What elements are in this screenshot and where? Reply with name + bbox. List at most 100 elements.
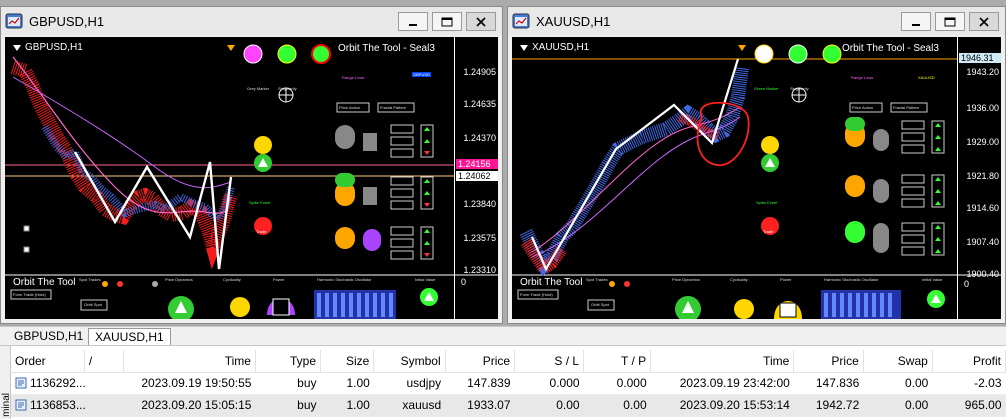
window-title: XAUUSD,H1 bbox=[536, 13, 611, 29]
col-profit[interactable]: Profit bbox=[932, 350, 1006, 373]
hud-circle-yellow bbox=[254, 136, 272, 154]
trade-label: Trade bbox=[256, 229, 267, 234]
chart-canvas[interactable]: GBPUSD,H1 Orbit The Tool - Seal3 GBPUSD … bbox=[5, 37, 498, 319]
price-dynamics-label: Price Dynamics bbox=[672, 277, 700, 282]
window-titlebar[interactable]: XAUUSD,H1 bbox=[508, 7, 1005, 35]
col-tp[interactable]: T / P bbox=[583, 350, 652, 373]
price-tick: 1.23575 bbox=[463, 233, 496, 243]
col-time[interactable]: Time bbox=[123, 350, 256, 373]
window-title: GBPUSD,H1 bbox=[29, 13, 105, 29]
swap-cell: 0.00 bbox=[863, 372, 933, 395]
ea-name-label: Orbit The Tool - Seal3 bbox=[338, 43, 435, 54]
col-size[interactable]: Size bbox=[320, 350, 375, 373]
minimize-icon bbox=[409, 23, 417, 26]
terminal-side-bar[interactable]: minal bbox=[0, 346, 12, 419]
form-trade-button[interactable]: Form Trade (Hold) bbox=[13, 292, 46, 297]
close-button[interactable] bbox=[969, 12, 999, 31]
chart-window-icon bbox=[512, 13, 530, 29]
tp-cell: 0.00 bbox=[583, 394, 651, 417]
restore-button[interactable] bbox=[432, 12, 462, 31]
price-tick: 1936.00 bbox=[966, 103, 999, 113]
range-lows-label: Range Lows bbox=[342, 75, 365, 80]
subwindow-zero: 0 bbox=[964, 279, 970, 289]
table-row[interactable]: 1136853... 2023.09.20 15:05:15 buy 1.00 … bbox=[11, 394, 1006, 417]
table-row[interactable]: 1136292... 2023.09.19 19:50:55 buy 1.00 … bbox=[11, 372, 1006, 395]
harmonic-oscillator-label: Harmonic Stochastic Oscillator bbox=[317, 277, 372, 282]
tab-gbpusd[interactable]: GBPUSD,H1 bbox=[8, 328, 89, 345]
price-tick: 1914.60 bbox=[966, 203, 999, 213]
chart-symbol-label: XAUUSD,H1 bbox=[520, 42, 589, 53]
price-tick: 1943.20 bbox=[966, 67, 999, 77]
close-button[interactable] bbox=[466, 12, 496, 31]
gold-marker bbox=[227, 45, 235, 51]
order-cell: 1136292... bbox=[11, 372, 124, 395]
candle-series bbox=[519, 66, 749, 278]
price-axis[interactable]: 1946.31 1943.20 1936.00 1929.00 1921.80 … bbox=[957, 37, 1001, 319]
chart-window-xauusd[interactable]: XAUUSD,H1 XAUUSD,H1 Orbit The Tool - Sea… bbox=[507, 6, 1006, 324]
price-tick: 1.23840 bbox=[463, 199, 496, 209]
sl-cell: 0.000 bbox=[514, 372, 584, 395]
ea-name-label: Orbit The Tool - Seal3 bbox=[842, 43, 939, 54]
trade-label: Trade bbox=[763, 229, 774, 234]
col-swap[interactable]: Swap bbox=[863, 350, 933, 373]
bid-price-tag: 1.24156 bbox=[456, 159, 498, 169]
col-type[interactable]: Type bbox=[255, 350, 322, 373]
harmonic-oscillator-label: Harmonic Stochastic Oscillator bbox=[824, 277, 879, 282]
gold-marker bbox=[738, 45, 746, 51]
col-sort-indicator[interactable]: / bbox=[84, 350, 125, 373]
profit-cell: -2.03 bbox=[932, 372, 1006, 395]
tab-xauusd[interactable]: XAUUSD,H1 bbox=[88, 328, 171, 345]
spike-event-label: Spike Event bbox=[756, 200, 778, 205]
col-order[interactable]: Order bbox=[11, 350, 85, 373]
price-dynamics-label: Price Dynamics bbox=[165, 277, 193, 282]
cyclicality-label: Cyclicality bbox=[730, 277, 748, 282]
price-action-label: Price Action bbox=[852, 105, 874, 110]
range-lows-label: Range Lows bbox=[851, 75, 874, 80]
terminal-app: GBPUSD,H1 GBPUSD,H1 Orbit The Tool - Sea… bbox=[0, 0, 1006, 419]
power-label: Power bbox=[780, 277, 792, 282]
gray-marker-label: Grey Marker bbox=[247, 86, 270, 91]
price-tick: 1.24635 bbox=[463, 99, 496, 109]
singularity-label: Singularity bbox=[278, 86, 297, 91]
minimize-button[interactable] bbox=[901, 12, 931, 31]
dropdown-triangle-icon bbox=[520, 44, 528, 51]
restore-button[interactable] bbox=[935, 12, 965, 31]
green-marker-label: Green Marker bbox=[754, 86, 779, 91]
singularity-label: Singularity bbox=[790, 86, 809, 91]
hud-symbol-badge: GBPUSD bbox=[412, 72, 431, 77]
sl-cell: 0.00 bbox=[514, 394, 584, 417]
terminal-panel: minal Order / Time Type Size Symbol Pric… bbox=[0, 345, 1006, 419]
close-time-cell: 2023.09.19 23:42:00 bbox=[650, 372, 794, 395]
orbit-spot-button[interactable]: Orbit Spot bbox=[591, 302, 609, 307]
spot-trades-label: Spot Trades bbox=[586, 277, 608, 282]
close-icon bbox=[979, 16, 989, 27]
col-sl[interactable]: S / L bbox=[514, 350, 585, 373]
price-axis[interactable]: 1.24905 1.24635 1.24370 1.24156 1.24062 … bbox=[454, 37, 498, 319]
window-titlebar[interactable]: GBPUSD,H1 bbox=[1, 7, 502, 35]
chart-canvas[interactable]: XAUUSD,H1 Orbit The Tool - Seal3 XAUUSD … bbox=[512, 37, 1001, 319]
chart-window-gbpusd[interactable]: GBPUSD,H1 GBPUSD,H1 Orbit The Tool - Sea… bbox=[0, 6, 503, 324]
hud-symbol-badge: XAUUSD bbox=[918, 75, 935, 80]
orbit-spot-button[interactable]: Orbit Spot bbox=[84, 302, 102, 307]
order-cell: 1136853... bbox=[11, 394, 124, 417]
candle-series bbox=[10, 60, 238, 270]
subwindow-label: Orbit The Tool bbox=[13, 277, 76, 288]
type-cell: buy bbox=[255, 394, 321, 417]
form-trade-button[interactable]: Form Trade (Hold) bbox=[520, 292, 553, 297]
price-action-label: Price Action bbox=[339, 105, 361, 110]
cyclicality-label: Cyclicality bbox=[223, 277, 241, 282]
minimize-button[interactable] bbox=[398, 12, 428, 31]
close-price-cell: 147.836 bbox=[793, 372, 864, 395]
col-symbol[interactable]: Symbol bbox=[373, 350, 446, 373]
tp-cell: 0.000 bbox=[583, 372, 651, 395]
profit-cell: 965.00 bbox=[932, 394, 1006, 417]
subwindow-zero: 0 bbox=[461, 277, 467, 287]
col-close-time[interactable]: Time bbox=[650, 350, 795, 373]
col-price[interactable]: Price bbox=[445, 350, 516, 373]
hud-circle-green bbox=[277, 44, 297, 64]
chart-window-icon bbox=[5, 13, 23, 29]
close-time-cell: 2023.09.20 15:53:14 bbox=[650, 394, 794, 417]
order-ticket-icon bbox=[15, 399, 27, 411]
col-close-price[interactable]: Price bbox=[793, 350, 864, 373]
fractal-pattern-label: Fractal Pattern bbox=[380, 105, 407, 110]
